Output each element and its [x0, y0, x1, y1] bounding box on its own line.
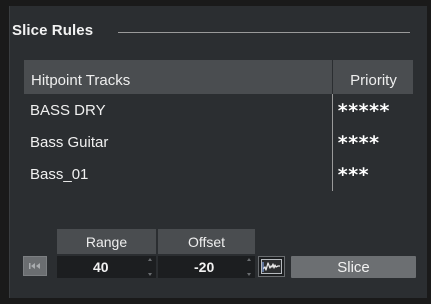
section-header: Slice Rules — [12, 20, 93, 40]
track-name: Bass Guitar — [30, 134, 109, 151]
stepper-up-icon[interactable] — [246, 258, 251, 261]
section-divider — [118, 32, 410, 33]
priority-stars[interactable]: **** — [332, 126, 413, 159]
offset-value: -20 — [194, 259, 215, 275]
offset-label: Offset — [158, 229, 255, 254]
column-header-priority[interactable]: Priority — [332, 60, 414, 94]
table-header: Hitpoint Tracks Priority — [24, 60, 413, 94]
hitpoint-tracks-table: Hitpoint Tracks Priority BASS DRY ***** … — [24, 60, 413, 191]
waveform-preview-icon — [261, 259, 282, 274]
stepper-down-icon[interactable] — [246, 273, 251, 276]
stepper-down-icon[interactable] — [147, 273, 152, 276]
offset-stepper[interactable] — [245, 258, 252, 276]
priority-stars[interactable]: ***** — [332, 94, 413, 127]
table-row[interactable]: Bass_01 *** — [24, 158, 413, 191]
table-row[interactable]: Bass Guitar **** — [24, 126, 413, 159]
table-row[interactable]: BASS DRY ***** — [24, 94, 413, 127]
priority-stars[interactable]: *** — [332, 158, 413, 191]
range-stepper[interactable] — [146, 258, 153, 276]
window-frame: Slice Rules Hitpoint Tracks Priority BAS… — [0, 0, 431, 304]
preview-button[interactable] — [258, 256, 285, 277]
column-header-priority-label: Priority — [350, 72, 397, 89]
section-title: Slice Rules — [12, 21, 94, 39]
column-header-tracks[interactable]: Hitpoint Tracks — [24, 72, 331, 94]
slice-button[interactable]: Slice — [291, 256, 416, 278]
track-name: BASS DRY — [30, 102, 106, 119]
skip-to-start-button[interactable] — [23, 256, 47, 276]
range-value-field[interactable]: 40 — [57, 256, 156, 278]
track-name: Bass_01 — [30, 166, 89, 183]
range-label: Range — [57, 229, 156, 254]
range-value: 40 — [93, 259, 109, 275]
skip-to-start-icon — [29, 263, 40, 269]
stepper-up-icon[interactable] — [147, 258, 152, 261]
offset-value-field[interactable]: -20 — [158, 256, 255, 278]
